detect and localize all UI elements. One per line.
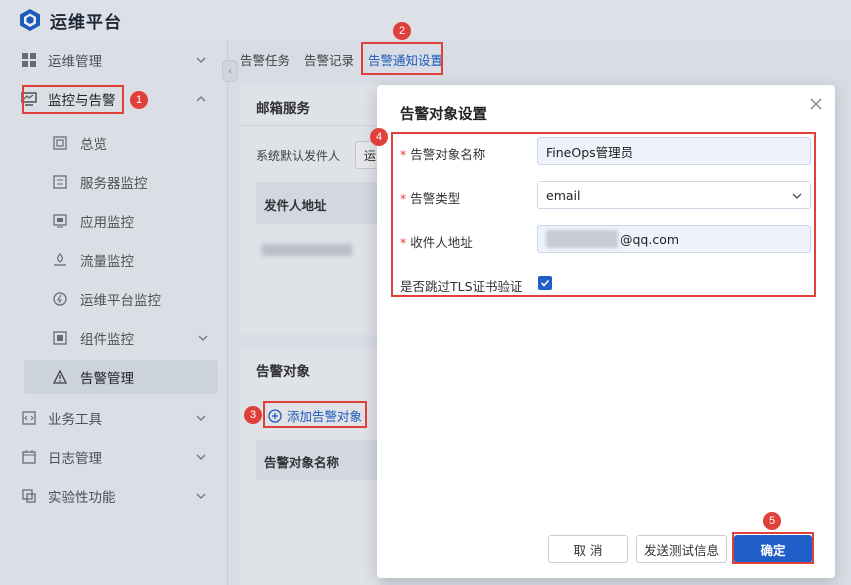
- annotation-badge-1: 1: [130, 91, 148, 109]
- annotation-badge-2: 2: [393, 22, 411, 40]
- annotation-box-notification-tab: [361, 42, 443, 75]
- annotation-badge-3: 3: [244, 406, 262, 424]
- close-icon[interactable]: [809, 97, 823, 111]
- annotation-badge-5: 5: [763, 512, 781, 530]
- annotation-box-confirm: [732, 532, 814, 564]
- cancel-button[interactable]: 取 消: [548, 535, 628, 563]
- dialog-title: 告警对象设置: [400, 107, 487, 123]
- send-test-button[interactable]: 发送测试信息: [636, 535, 727, 563]
- annotation-box-add-target: [263, 401, 367, 428]
- annotation-badge-4: 4: [370, 128, 388, 146]
- annotation-box-form: [391, 132, 816, 297]
- annotation-box-monitoring: [22, 85, 124, 114]
